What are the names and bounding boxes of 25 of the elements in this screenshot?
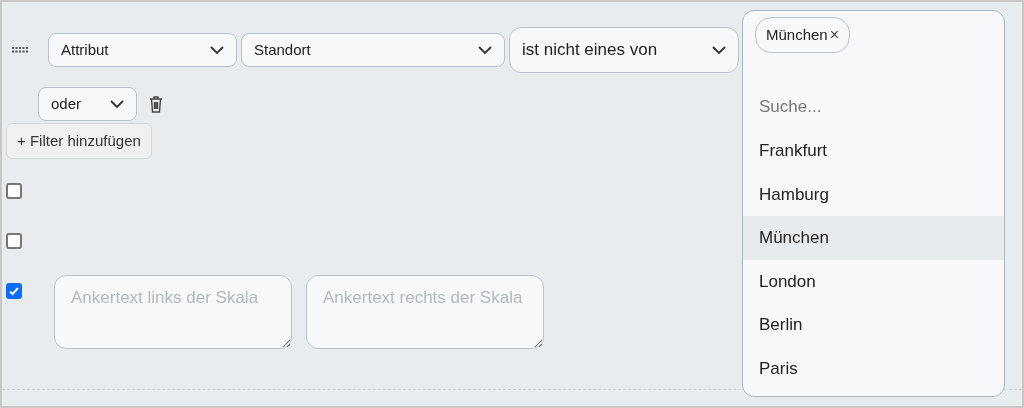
anchor-text-field[interactable]: Ankertext links der Skala bbox=[54, 275, 292, 349]
chevron-down-icon bbox=[712, 46, 726, 54]
add-filter-button[interactable]: + Filter hinzufügen bbox=[6, 123, 152, 159]
dropdown-option[interactable]: Frankfurt bbox=[743, 129, 1004, 173]
drag-handle-icon[interactable] bbox=[12, 47, 30, 53]
dropdown-option[interactable]: Paris bbox=[743, 346, 1004, 390]
remove-tag-button[interactable]: × bbox=[829, 27, 840, 43]
select-dropdown[interactable]: oder bbox=[38, 87, 137, 121]
dropdown-option[interactable]: London bbox=[743, 259, 1004, 303]
tag-label: München bbox=[766, 24, 828, 45]
checkbox[interactable] bbox=[6, 233, 22, 249]
chevron-down-icon bbox=[110, 100, 124, 108]
trash-icon[interactable] bbox=[149, 95, 163, 113]
select-dropdown[interactable]: ist nicht eines von bbox=[509, 27, 739, 73]
dropdown-option[interactable]: Hamburg bbox=[743, 172, 1004, 216]
select-dropdown[interactable]: Attribut bbox=[48, 33, 237, 67]
chevron-down-icon bbox=[210, 46, 224, 54]
dropdown-option[interactable]: München bbox=[743, 216, 1004, 260]
chevron-down-icon bbox=[478, 46, 492, 54]
search-field[interactable]: Suche... bbox=[759, 95, 988, 119]
select-dropdown[interactable]: Standort bbox=[241, 33, 505, 67]
checkbox[interactable] bbox=[6, 183, 22, 199]
checkbox[interactable] bbox=[6, 283, 22, 299]
anchor-text-field[interactable]: Ankertext rechts der Skala bbox=[306, 275, 544, 349]
dropdown-option[interactable]: Berlin bbox=[743, 303, 1004, 347]
